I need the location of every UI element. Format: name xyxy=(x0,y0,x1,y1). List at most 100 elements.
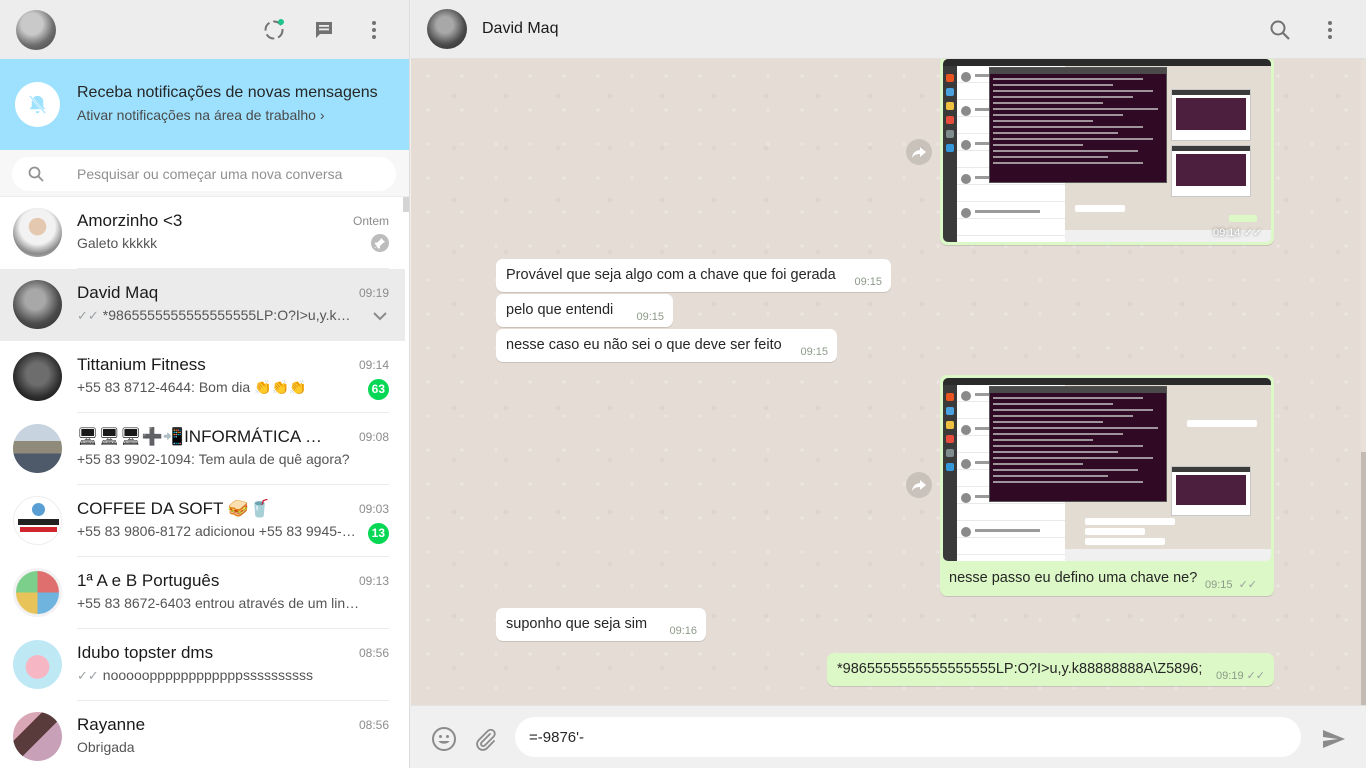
chat-time: 09:19 xyxy=(358,286,389,300)
chevron-down-icon[interactable] xyxy=(371,309,389,323)
chat-last-message-text: *9865555555555555555LP:O?I>u,y.k8888888A… xyxy=(102,307,352,323)
chat-last-message: ✓✓*9865555555555555555LP:O?I>u,y.k888888… xyxy=(77,307,352,324)
chat-last-message: +55 83 9902-1094: Tem aula de quê agora? xyxy=(77,451,350,467)
chat-name: David Maq xyxy=(77,283,159,302)
chat-name: Tittanium Fitness xyxy=(77,355,206,374)
chat-name: 🖥🖥🖥➕📲INFORMÁTICA 🎞💿🎞💿 ALUNOS xyxy=(77,427,342,446)
chat-item-tittanium-fitness[interactable]: Tittanium Fitness 09:14 +55 83 8712-4644… xyxy=(0,341,405,413)
search-icon[interactable] xyxy=(1267,17,1293,43)
chat-last-message: Obrigada xyxy=(77,739,135,755)
bell-off-icon xyxy=(15,82,60,127)
chat-item-informatica[interactable]: 🖥🖥🖥➕📲INFORMÁTICA 🎞💿🎞💿 ALUNOS 09:08 +55 8… xyxy=(0,413,405,485)
conversation-pane: David Maq 09:14 ✓✓ Provável que seja alg… xyxy=(411,0,1366,768)
message-time: 09:16 xyxy=(669,625,697,637)
chat-item-rayanne[interactable]: Rayanne 08:56 Obrigada xyxy=(0,701,405,768)
menu-icon[interactable] xyxy=(1317,17,1343,43)
image-caption: nesse passo eu defino uma chave ne? xyxy=(949,570,1198,586)
send-icon[interactable] xyxy=(1321,726,1347,752)
chat-item-portugues[interactable]: 1ª A e B Português 09:13 +55 83 8672-640… xyxy=(0,557,405,629)
pin-icon xyxy=(371,234,389,252)
message-time-text: 09:14 xyxy=(1212,227,1241,239)
chat-last-message: +55 83 8712-4644: Bom dia 👏👏👏 xyxy=(77,379,307,395)
unread-badge: 13 xyxy=(367,523,389,544)
enable-notifications-link[interactable]: Ativar notificações na área de trabalho … xyxy=(77,107,324,123)
chat-time: 09:13 xyxy=(358,574,389,588)
double-check-icon: ✓✓ xyxy=(1238,579,1257,591)
chat-name: 1ª A e B Português xyxy=(77,571,220,590)
peer-avatar[interactable] xyxy=(427,9,467,49)
chat-last-message-text: noooooppppppppppppssssssssss xyxy=(102,667,313,683)
message-incoming[interactable]: nesse caso eu não sei o que deve ser fei… xyxy=(496,329,837,362)
chat-list: Amorzinho <3 Ontem Galeto kkkkk David Ma… xyxy=(0,197,405,768)
message-time: 09:14 ✓✓ xyxy=(1213,226,1262,239)
new-chat-icon[interactable] xyxy=(311,17,337,43)
search-bar xyxy=(0,150,409,197)
avatar xyxy=(13,208,62,257)
chat-time: 09:14 xyxy=(358,358,389,372)
avatar xyxy=(13,712,62,761)
sidebar-header xyxy=(0,0,409,59)
search-icon[interactable] xyxy=(28,166,44,182)
forward-icon[interactable] xyxy=(906,139,932,165)
composer-bar xyxy=(411,705,1366,768)
notification-banner: Receba notificações de novas mensagens A… xyxy=(0,59,409,150)
double-check-icon: ✓✓ xyxy=(1243,227,1262,239)
screenshot-image[interactable] xyxy=(943,378,1271,561)
double-check-icon: ✓✓ xyxy=(77,668,99,683)
chat-time: 08:56 xyxy=(358,718,389,732)
message-time: 09:15 xyxy=(854,276,882,288)
chat-item-idubo-topster[interactable]: Idubo topster dms 08:56 ✓✓ nooooopppppppp… xyxy=(0,629,405,701)
avatar xyxy=(13,352,62,401)
avatar xyxy=(13,496,62,545)
chat-item-amorzinho[interactable]: Amorzinho <3 Ontem Galeto kkkkk xyxy=(0,197,405,269)
search-box xyxy=(12,157,396,191)
status-icon[interactable] xyxy=(261,17,287,43)
conversation-scrollbar[interactable] xyxy=(1361,59,1366,705)
chat-name: COFFEE DA SOFT 🥪🥤 xyxy=(77,499,271,518)
chat-time: 09:03 xyxy=(358,502,389,516)
peer-name[interactable]: David Maq xyxy=(482,20,558,38)
message-time-text: 09:15 xyxy=(1204,579,1233,591)
screenshot-image[interactable] xyxy=(943,59,1271,242)
message-area: 09:14 ✓✓ Provável que seja algo com a ch… xyxy=(411,59,1361,705)
chat-name: Rayanne xyxy=(77,715,146,734)
chat-item-david-maq[interactable]: David Maq 09:19 ✓✓ *9865555555555555555LP… xyxy=(0,269,405,341)
message-text: suponho que seja sim xyxy=(506,616,648,632)
emoji-icon[interactable] xyxy=(431,726,457,752)
unread-badge: 63 xyxy=(367,379,389,400)
message-image-outgoing[interactable]: nesse passo eu defino uma chave ne? 09:1… xyxy=(940,375,1274,596)
avatar xyxy=(13,280,62,329)
message-text: nesse caso eu não sei o que deve ser fei… xyxy=(506,337,782,353)
message-input[interactable] xyxy=(515,717,1301,757)
chat-time: 09:08 xyxy=(358,430,389,444)
chat-last-message: +55 83 9806-8172 adicionou +55 83 9945-3… xyxy=(77,523,362,539)
message-time: 09:19 ✓✓ xyxy=(1216,669,1265,682)
search-input[interactable] xyxy=(77,157,387,191)
chat-time: Ontem xyxy=(352,214,389,228)
double-check-icon: ✓✓ xyxy=(77,308,99,323)
chat-last-message: ✓✓ noooooppppppppppppssssssssss xyxy=(77,667,313,684)
message-incoming[interactable]: Provável que seja algo com a chave que f… xyxy=(496,259,891,292)
message-incoming[interactable]: pelo que entendi 09:15 xyxy=(496,294,673,327)
message-incoming[interactable]: suponho que seja sim 09:16 xyxy=(496,608,706,641)
menu-icon[interactable] xyxy=(361,17,387,43)
attach-icon[interactable] xyxy=(472,726,498,752)
message-outgoing[interactable]: *9865555555555555555LP:O?I>u,y.k88888888… xyxy=(827,653,1274,686)
message-text: *9865555555555555555LP:O?I>u,y.k88888888… xyxy=(837,661,1203,677)
conversation-header[interactable]: David Maq xyxy=(411,0,1366,59)
chat-last-message: Galeto kkkkk xyxy=(77,235,158,251)
message-time: 09:15 xyxy=(636,311,664,323)
sidebar-scrollbar[interactable] xyxy=(403,197,409,212)
message-time-text: 09:19 xyxy=(1216,670,1244,682)
message-time: 09:15 xyxy=(800,346,828,358)
chat-last-message: +55 83 8672-6403 entrou através de um li… xyxy=(77,595,362,611)
message-text: pelo que entendi xyxy=(506,302,614,318)
chat-item-coffee-da-soft[interactable]: COFFEE DA SOFT 🥪🥤 09:03 +55 83 9806-8172… xyxy=(0,485,405,557)
notification-title: Receba notificações de novas mensagens xyxy=(77,84,378,101)
message-image-outgoing[interactable]: 09:14 ✓✓ xyxy=(940,59,1274,245)
message-time: 09:15 ✓✓ xyxy=(1205,578,1257,591)
forward-icon[interactable] xyxy=(906,472,932,498)
scrollbar-thumb[interactable] xyxy=(1361,452,1366,705)
my-avatar[interactable] xyxy=(16,10,56,50)
double-check-icon: ✓✓ xyxy=(1246,670,1265,682)
